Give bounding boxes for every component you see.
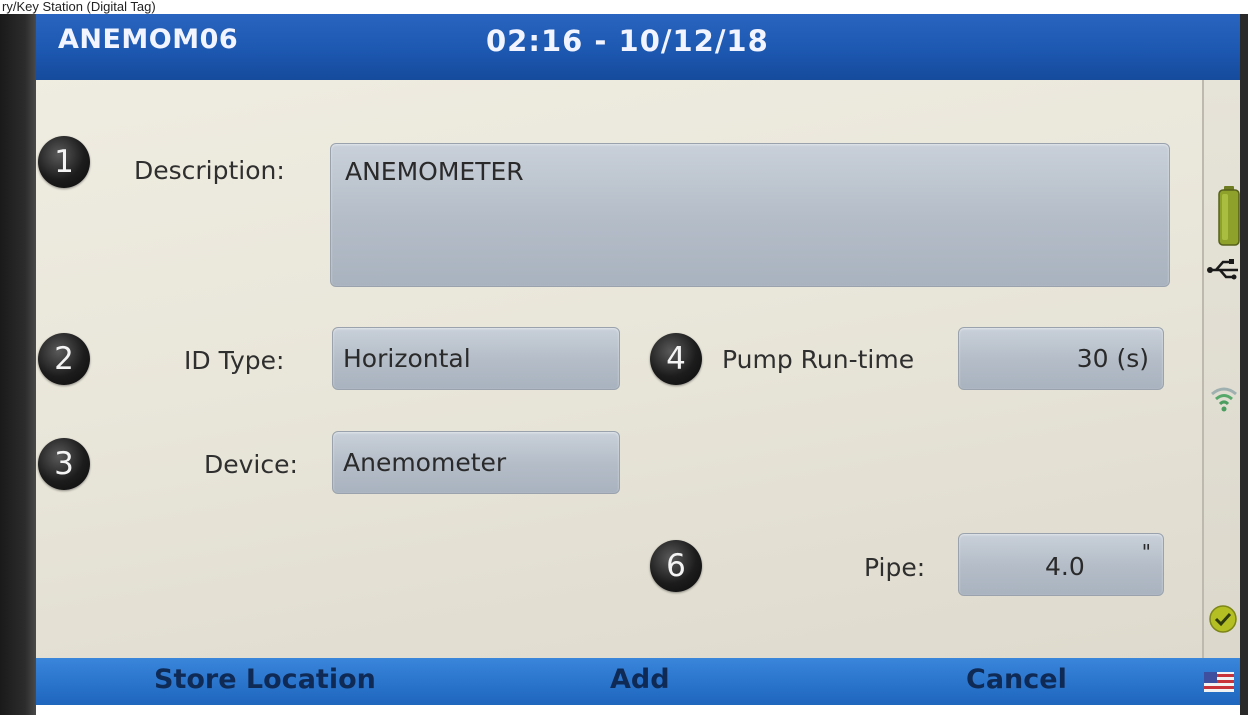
softkey-bar: Store Location Add Cancel <box>36 658 1240 705</box>
check-icon <box>1209 605 1237 633</box>
device-select[interactable]: Anemometer <box>332 431 620 494</box>
id-type-select[interactable]: Horizontal <box>332 327 620 390</box>
pump-runtime-field[interactable]: 30 (s) <box>958 327 1164 390</box>
pipe-label: Pipe: <box>864 553 926 582</box>
pipe-field[interactable]: 4.0 " <box>958 533 1164 596</box>
description-field[interactable]: ANEMOMETER <box>330 143 1170 287</box>
store-location-button[interactable]: Store Location <box>154 664 376 695</box>
id-type-label: ID Type: <box>184 346 285 375</box>
add-button[interactable]: Add <box>610 664 670 695</box>
step-3-badge: 3 <box>38 438 90 490</box>
title-bar: ANEMOM06 02:16 - 10/12/18 <box>36 10 1240 80</box>
device-id: ANEMOM06 <box>58 24 239 55</box>
pump-runtime-value: 30 (s) <box>1076 344 1149 373</box>
description-value: ANEMOMETER <box>345 157 524 186</box>
device-bezel-right <box>1240 0 1248 715</box>
step-6-badge: 6 <box>650 540 702 592</box>
photo-caption: ry/Key Station (Digital Tag) <box>0 0 1248 14</box>
flag-icon[interactable] <box>1204 672 1234 692</box>
status-column <box>1202 80 1240 658</box>
step-2-badge: 2 <box>38 333 90 385</box>
step-4-badge: 4 <box>650 333 702 385</box>
description-label: Description: <box>134 156 285 185</box>
pipe-unit: " <box>1141 540 1151 564</box>
id-type-value: Horizontal <box>343 344 471 373</box>
step-1-badge: 1 <box>38 136 90 188</box>
pump-runtime-label: Pump Run-time <box>722 345 915 374</box>
device-value: Anemometer <box>343 448 507 477</box>
battery-icon <box>1218 186 1240 246</box>
device-screen: ANEMOM06 02:16 - 10/12/18 1 Description:… <box>36 10 1240 705</box>
datetime: 02:16 - 10/12/18 <box>486 24 769 58</box>
pipe-value: 4.0 <box>1045 552 1085 581</box>
cancel-button[interactable]: Cancel <box>966 664 1067 695</box>
wifi-icon <box>1211 387 1237 412</box>
device-label: Device: <box>204 450 298 479</box>
usb-icon <box>1207 259 1238 280</box>
photo-stage: ANEMOM06 02:16 - 10/12/18 1 Description:… <box>0 0 1248 715</box>
device-bezel-left <box>0 0 36 715</box>
